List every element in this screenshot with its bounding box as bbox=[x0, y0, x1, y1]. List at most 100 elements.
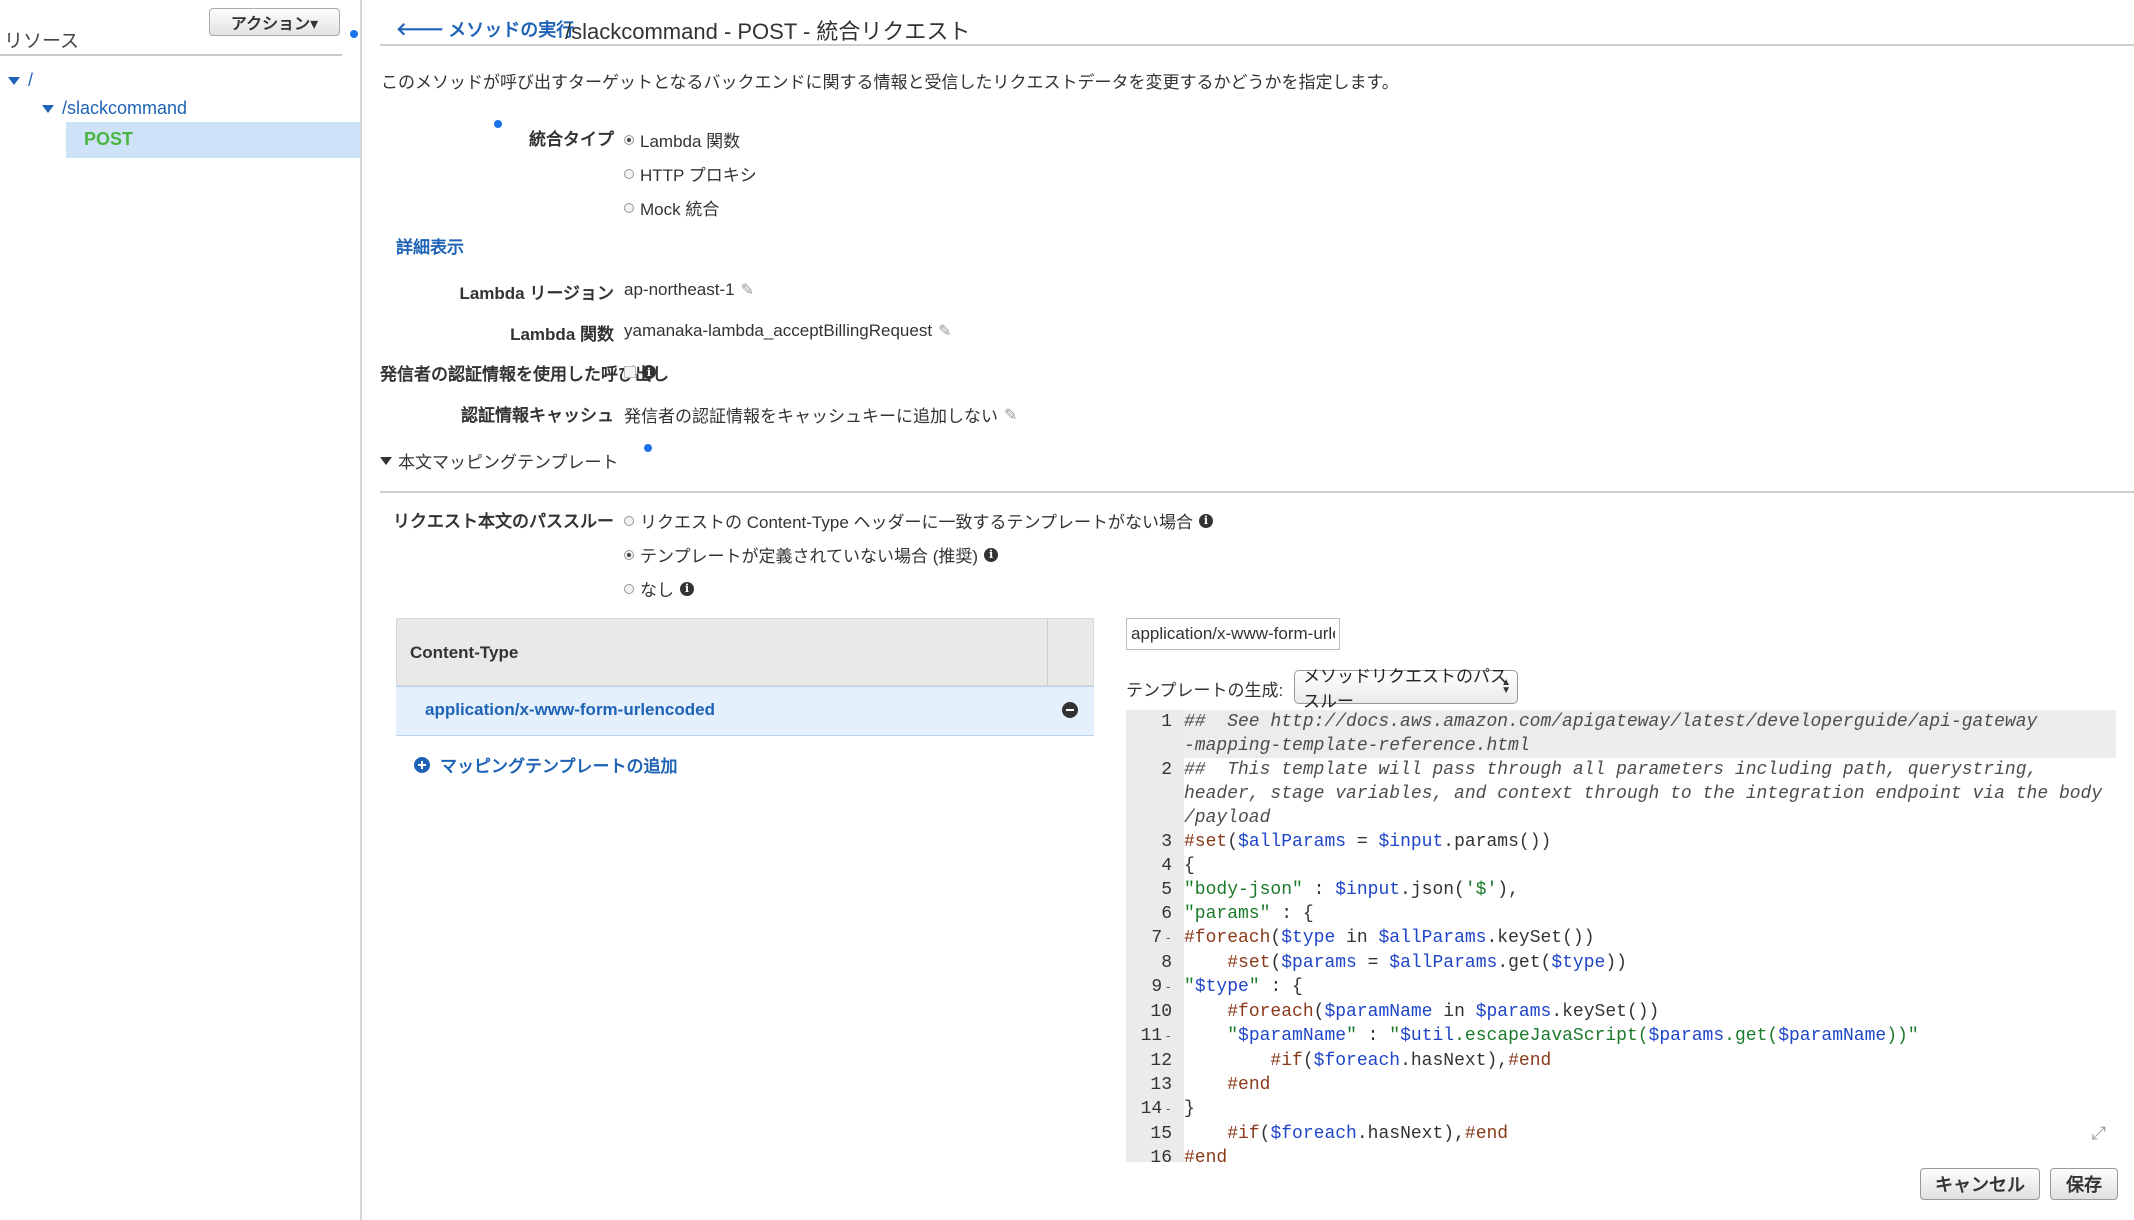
code-line: 1 ## See http://docs.aws.amazon.com/apiga… bbox=[1126, 710, 2116, 758]
mapping-section-label: 本文マッピングテンプレート bbox=[398, 453, 619, 472]
radio-icon[interactable] bbox=[624, 515, 634, 526]
radio-icon[interactable] bbox=[624, 202, 634, 213]
radio-label: テンプレートが定義されていない場合 (推奨) bbox=[640, 547, 979, 566]
radio-passthrough-nomatch[interactable]: リクエストの Content-Type ヘッダーに一致するテンプレートがない場合… bbox=[624, 508, 1213, 533]
code-line: 13 #end bbox=[1126, 1073, 2116, 1097]
line-number: 6 bbox=[1161, 904, 1172, 924]
credentials-cache-label: 認証情報キャッシュ bbox=[461, 406, 614, 425]
table-header: Content-Type bbox=[396, 618, 1094, 687]
arrow-left-icon: 🡐 bbox=[396, 18, 445, 39]
lambda-function-label: Lambda 関数 bbox=[510, 325, 614, 344]
add-mapping-template-link[interactable]: マッピングテンプレートの追加 bbox=[414, 752, 678, 777]
code-line: 9- "$type" : { bbox=[1126, 975, 2116, 1000]
caller-credentials-control: i bbox=[624, 365, 656, 379]
info-icon[interactable]: i bbox=[680, 581, 694, 596]
add-mapping-template-label: マッピングテンプレートの追加 bbox=[440, 757, 678, 776]
code-line: 16 #end bbox=[1126, 1146, 2116, 1162]
radio-label: なし bbox=[640, 581, 674, 600]
radio-icon[interactable] bbox=[624, 583, 634, 594]
line-number: 5 bbox=[1161, 880, 1172, 900]
line-number: 1 bbox=[1161, 712, 1172, 732]
generate-template-label: テンプレートの生成: bbox=[1126, 681, 1284, 700]
panel-resize-handle[interactable] bbox=[350, 30, 358, 38]
required-indicator bbox=[644, 444, 652, 452]
pencil-icon[interactable]: ✎ bbox=[741, 280, 754, 300]
pencil-icon[interactable]: ✎ bbox=[1004, 405, 1017, 425]
code-line: 10 #foreach($paramName in $params.keySet… bbox=[1126, 1000, 2116, 1024]
line-number: 10 bbox=[1150, 1002, 1172, 1022]
lambda-region-value: ap-northeast-1 ✎ bbox=[624, 280, 754, 300]
radio-label: リクエストの Content-Type ヘッダーに一致するテンプレートがない場合 bbox=[640, 513, 1193, 532]
content-type-input[interactable] bbox=[1126, 618, 1340, 650]
tree-item-slackcommand[interactable]: /slackcommand bbox=[42, 98, 187, 119]
line-number: 2 bbox=[1161, 760, 1172, 780]
cancel-button[interactable]: キャンセル bbox=[1920, 1168, 2040, 1200]
code-line: 5 "body-json" : $input.json('$'), bbox=[1126, 878, 2116, 902]
radio-icon[interactable] bbox=[624, 168, 634, 179]
chevron-down-icon[interactable] bbox=[8, 76, 20, 85]
lambda-function-text: yamanaka-lambda_acceptBillingRequest bbox=[624, 321, 933, 340]
radio-http-proxy[interactable]: HTTP プロキシ bbox=[624, 161, 757, 186]
code-line: 2 ## This template will pass through all … bbox=[1126, 758, 2116, 830]
tree-item-label: POST bbox=[84, 129, 134, 149]
info-icon[interactable]: i bbox=[984, 547, 999, 562]
template-editor[interactable]: 1 ## See http://docs.aws.amazon.com/apiga… bbox=[1126, 710, 2116, 1162]
line-number: 13 bbox=[1150, 1075, 1172, 1095]
line-number: 9- bbox=[1151, 977, 1172, 997]
radio-label: Lambda 関数 bbox=[640, 132, 741, 151]
column-separator bbox=[1047, 619, 1048, 687]
credentials-cache-text: 発信者の認証情報をキャッシュキーに追加しない bbox=[624, 407, 998, 426]
tree-item-root[interactable]: / bbox=[8, 70, 33, 91]
resources-title: リソース bbox=[4, 31, 80, 52]
integration-type-label: 統合タイプ bbox=[529, 130, 614, 149]
page-description: このメソッドが呼び出すターゲットとなるバックエンドに関する情報と受信したリクエス… bbox=[381, 73, 1399, 92]
credentials-cache-value: 発信者の認証情報をキャッシュキーに追加しない ✎ bbox=[624, 402, 1017, 427]
column-header: Content-Type bbox=[410, 643, 519, 662]
divider bbox=[0, 54, 342, 56]
generate-template-select[interactable]: メソッドリクエストのパススルー ▲ ▼ bbox=[1294, 667, 1518, 711]
resources-pane: リソース アクション▾ / /slackcommand POST bbox=[0, 0, 362, 1220]
code-line: 14-} bbox=[1126, 1097, 2116, 1122]
tree-item-post[interactable]: POST bbox=[66, 122, 360, 158]
table-row[interactable]: application/x-www-form-urlencoded bbox=[396, 686, 1094, 736]
info-icon[interactable]: i bbox=[642, 365, 656, 379]
radio-lambda[interactable]: Lambda 関数 bbox=[624, 127, 740, 152]
radio-mock[interactable]: Mock 統合 bbox=[624, 195, 719, 220]
back-link[interactable]: 🡐 メソッドの実行 bbox=[396, 16, 574, 42]
chevron-down-icon[interactable] bbox=[42, 104, 54, 113]
actions-button[interactable]: アクション▾ bbox=[209, 8, 340, 36]
save-button[interactable]: 保存 bbox=[2050, 1168, 2118, 1200]
line-number: 8 bbox=[1161, 953, 1172, 973]
divider bbox=[380, 491, 2134, 493]
line-number: 7- bbox=[1151, 928, 1172, 948]
mapping-section-toggle[interactable]: 本文マッピングテンプレート bbox=[380, 448, 619, 473]
divider bbox=[380, 44, 2134, 46]
caller-credentials-label: 発信者の認証情報を使用した呼び出し bbox=[380, 365, 669, 384]
content-type-table: Content-Type application/x-www-form-urle… bbox=[396, 618, 1094, 776]
show-details-link[interactable]: 詳細表示 bbox=[396, 233, 464, 258]
lambda-region-label: Lambda リージョン bbox=[459, 284, 614, 303]
remove-icon[interactable] bbox=[1062, 702, 1078, 718]
content-type-cell[interactable]: application/x-www-form-urlencoded bbox=[425, 700, 715, 720]
code-line: 8 #set($params = $allParams.get($type)) bbox=[1126, 951, 2116, 975]
chevron-down-icon[interactable] bbox=[380, 456, 392, 465]
code-area[interactable]: 1 ## See http://docs.aws.amazon.com/apiga… bbox=[1126, 710, 2116, 1162]
radio-passthrough-never[interactable]: なし i bbox=[624, 576, 694, 601]
info-icon[interactable]: i bbox=[1199, 513, 1213, 528]
code-line: 6 "params" : { bbox=[1126, 902, 2116, 926]
caller-credentials-checkbox[interactable] bbox=[624, 366, 636, 378]
line-number: 12 bbox=[1150, 1051, 1172, 1071]
radio-label: HTTP プロキシ bbox=[640, 166, 757, 185]
expand-icon[interactable]: ⤢ bbox=[2092, 1123, 2106, 1144]
code-line: 3 #set($allParams = $input.params()) bbox=[1126, 830, 2116, 854]
select-arrows-icon: ▲ ▼ bbox=[1501, 677, 1511, 696]
code-line: 7- #foreach($type in $allParams.keySet()) bbox=[1126, 926, 2116, 951]
radio-passthrough-notemplates[interactable]: テンプレートが定義されていない場合 (推奨) i bbox=[624, 542, 999, 567]
pencil-icon[interactable]: ✎ bbox=[938, 321, 951, 341]
tree-item-label: /slackcommand bbox=[62, 98, 188, 118]
radio-icon[interactable] bbox=[624, 549, 634, 560]
code-line: 15 #if($foreach.hasNext),#end bbox=[1126, 1122, 2116, 1146]
page-title: /slackcommand - POST - 統合リクエスト bbox=[565, 19, 971, 44]
line-number: 4 bbox=[1161, 856, 1172, 876]
radio-icon[interactable] bbox=[624, 134, 634, 145]
